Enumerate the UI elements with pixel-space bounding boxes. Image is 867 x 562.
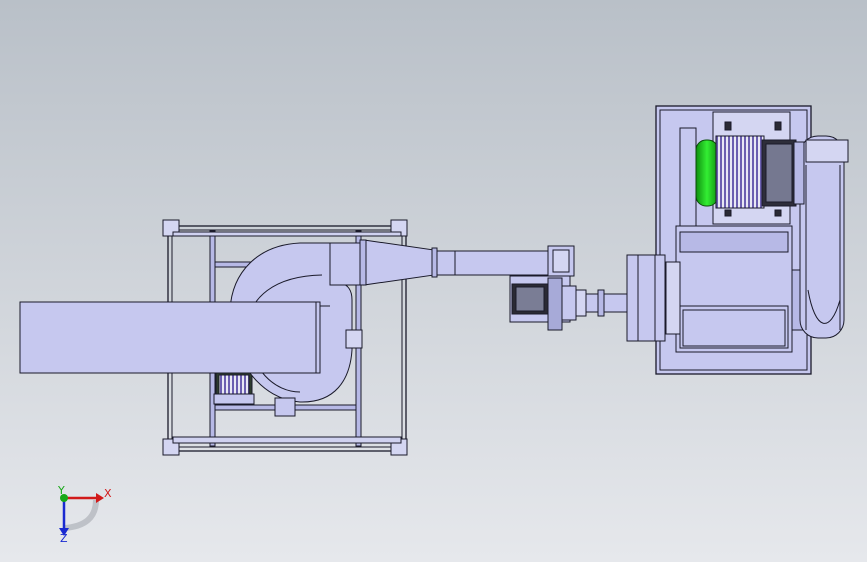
assembly-drawing: X Y Z — [0, 0, 867, 562]
blower-motor[interactable] — [213, 371, 255, 405]
z-axis-label: Z — [60, 532, 68, 545]
connecting-pipe[interactable] — [436, 245, 575, 277]
y-axis-label: Y — [57, 484, 65, 497]
cad-viewport[interactable]: X Y Z — [0, 0, 867, 562]
x-axis-label: X — [104, 487, 112, 500]
outlet-duct[interactable] — [19, 301, 330, 374]
